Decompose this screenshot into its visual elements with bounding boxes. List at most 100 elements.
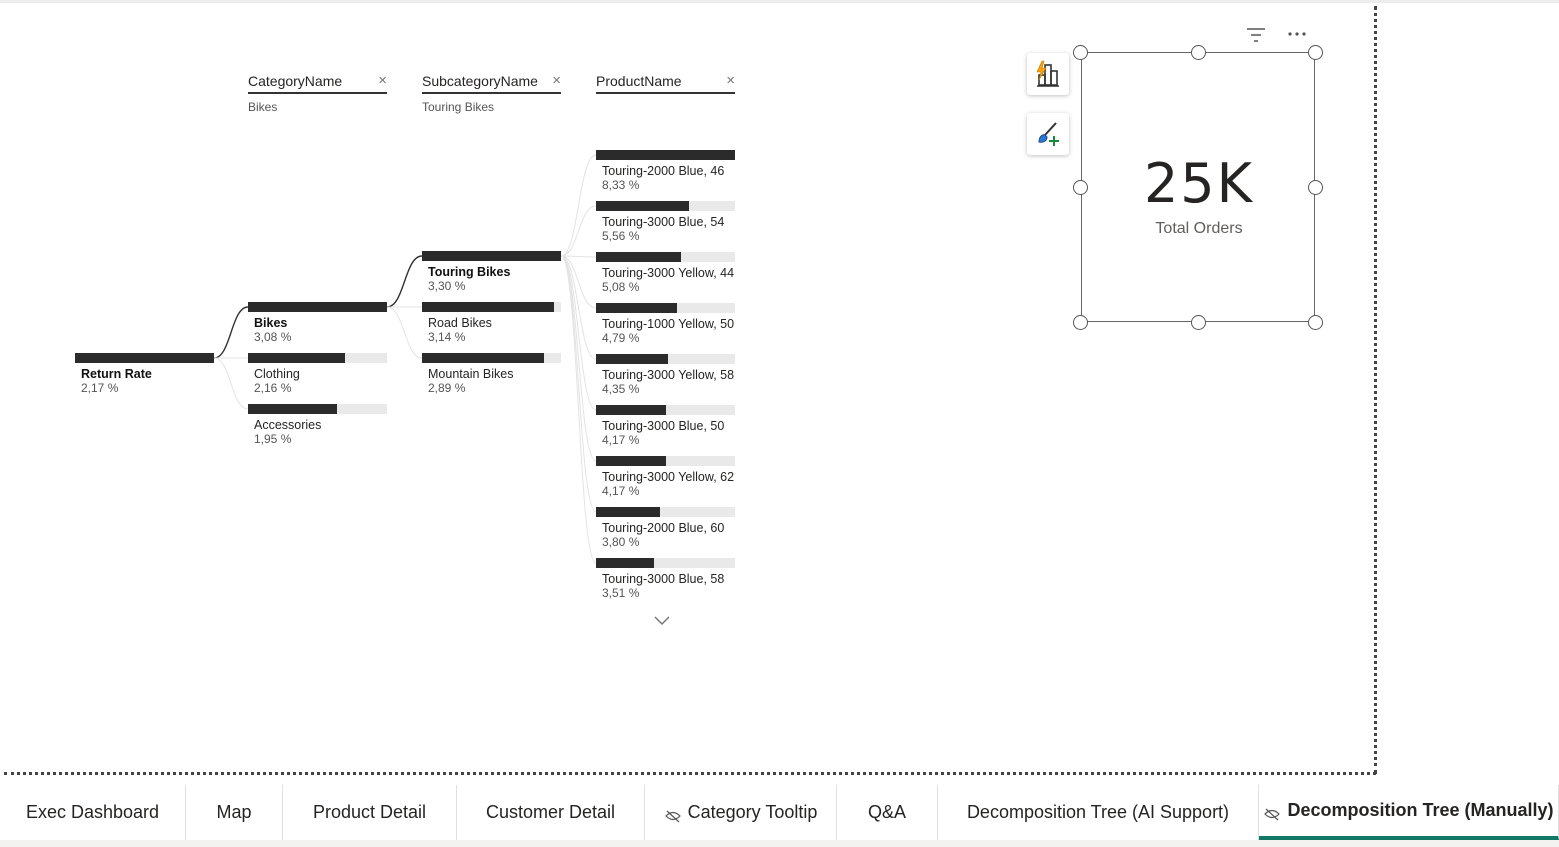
resize-handle[interactable] [1191, 45, 1206, 60]
node-label: Accessories [254, 418, 322, 432]
remove-level-icon[interactable]: × [552, 72, 561, 90]
node-label: Touring-3000 Blue, 54 [602, 215, 725, 229]
connector-line [560, 255, 597, 462]
node-value: 3,30 % [428, 279, 466, 293]
bar-track [422, 353, 561, 363]
page-tab[interactable]: Exec Dashboard [0, 785, 186, 840]
level-name: ProductName [596, 72, 735, 94]
connector-line [386, 306, 423, 359]
bar-track [75, 353, 214, 363]
tab-label: Q&A [867, 802, 906, 822]
resize-handle[interactable] [1308, 45, 1323, 60]
tab-label: Product Detail [312, 802, 427, 822]
bar-fill [248, 353, 345, 363]
node-value: 4,17 % [602, 484, 640, 498]
tree-node-subcategory[interactable]: Touring Bikes 3,30 % [422, 251, 561, 293]
bar-track [248, 404, 387, 414]
tree-node-product[interactable]: Touring-2000 Blue, 60 3,80 % [596, 507, 735, 549]
tree-node-product[interactable]: Touring-3000 Yellow, 58 4,35 % [596, 354, 735, 396]
node-value: 4,79 % [602, 331, 640, 345]
bar-track [248, 302, 387, 312]
bar-track [596, 558, 735, 568]
tab-label: Decomposition Tree (AI Support) [966, 802, 1230, 822]
build-visual-button[interactable] [1027, 53, 1069, 95]
bar-track [596, 252, 735, 262]
filter-icon[interactable] [1246, 27, 1266, 43]
page-tabs: Exec Dashboard Map Product Detail Customer … [0, 785, 1559, 847]
remove-level-icon[interactable]: × [726, 72, 735, 90]
bar-fill [596, 354, 668, 364]
connector-line [213, 306, 249, 359]
bar-fill [422, 353, 544, 363]
bar-track [422, 302, 561, 312]
bar-fill [596, 405, 666, 415]
node-value: 8,33 % [602, 178, 640, 192]
node-value: 4,35 % [602, 382, 640, 396]
node-label: Touring-3000 Yellow, 44 [602, 266, 735, 280]
tree-node-root[interactable]: Return Rate 2,17 % [75, 353, 214, 395]
tree-node-product[interactable]: Touring-3000 Blue, 58 3,51 % [596, 558, 735, 600]
tree-node-subcategory[interactable]: Mountain Bikes 2,89 % [422, 353, 561, 395]
page-tab[interactable]: Q&A [837, 785, 938, 840]
page-tab[interactable]: Decomposition Tree (AI Support) [938, 785, 1259, 840]
bar-fill [596, 201, 689, 211]
format-visual-button[interactable] [1027, 113, 1069, 155]
bar-fill [422, 302, 554, 312]
bar-fill [248, 302, 387, 312]
hidden-page-icon [664, 810, 681, 822]
bar-fill [75, 353, 214, 363]
page-tab[interactable]: Map [186, 785, 283, 840]
bar-track [596, 405, 735, 415]
node-label: Touring-3000 Blue, 58 [602, 572, 725, 586]
bar-fill [596, 558, 654, 568]
tree-node-product[interactable]: Touring-3000 Blue, 50 4,17 % [596, 405, 735, 447]
tree-node-category[interactable]: Bikes 3,08 % [248, 302, 387, 344]
page-tab[interactable]: Customer Detail [457, 785, 645, 840]
resize-handle[interactable] [1073, 315, 1088, 330]
tab-label: Customer Detail [485, 802, 616, 822]
tree-node-product[interactable]: Touring-1000 Yellow, 50 4,79 % [596, 303, 735, 345]
level-name: CategoryName [248, 72, 387, 94]
bar-track [596, 303, 735, 313]
page-tab[interactable]: Product Detail [283, 785, 457, 840]
tree-node-product[interactable]: Touring-3000 Blue, 54 5,56 % [596, 201, 735, 243]
connector-line [560, 255, 597, 360]
level-filter: Touring Bikes [422, 100, 495, 114]
tree-node-product[interactable]: Touring-2000 Blue, 46 8,33 % [596, 150, 735, 192]
node-label: Return Rate [81, 367, 152, 381]
resize-handle[interactable] [1308, 315, 1323, 330]
format-visual-icon [1038, 122, 1059, 146]
node-value: 2,89 % [428, 381, 466, 395]
level-filter: Bikes [248, 100, 278, 114]
connector-line [386, 255, 423, 308]
more-options-icon[interactable] [1287, 30, 1307, 38]
resize-handle[interactable] [1191, 315, 1206, 330]
node-value: 4,17 % [602, 433, 640, 447]
node-label: Touring-1000 Yellow, 50 [602, 317, 735, 331]
chevron-down-icon[interactable] [653, 614, 671, 628]
tree-node-subcategory[interactable]: Road Bikes 3,14 % [422, 302, 561, 344]
tree-node-product[interactable]: Touring-3000 Yellow, 44 5,08 % [596, 252, 735, 294]
tree-node-category[interactable]: Accessories 1,95 % [248, 404, 387, 446]
bar-track [596, 201, 735, 211]
node-value: 1,95 % [254, 432, 292, 446]
canvas-boundary-right [1374, 6, 1377, 774]
card-label: Total Orders [1155, 220, 1243, 237]
node-value: 3,51 % [602, 586, 640, 600]
level-header-subcategory: SubcategoryName × Touring Bikes [422, 72, 561, 114]
page-tab[interactable]: Category Tooltip [645, 785, 837, 840]
connector-line [560, 255, 597, 564]
build-visual-icon [1036, 60, 1059, 87]
bar-fill [248, 404, 337, 414]
tree-node-product[interactable]: Touring-3000 Yellow, 62 4,17 % [596, 456, 735, 498]
node-value: 3,14 % [428, 330, 466, 344]
tree-node-category[interactable]: Clothing 2,16 % [248, 353, 387, 395]
node-label: Touring-3000 Blue, 50 [602, 419, 725, 433]
canvas-boundary-bottom [4, 772, 1376, 775]
resize-handle[interactable] [1073, 45, 1088, 60]
remove-level-icon[interactable]: × [378, 72, 387, 90]
bar-track [596, 456, 735, 466]
page-tab[interactable]: Decomposition Tree (Manually) [1259, 785, 1559, 840]
node-label: Touring Bikes [428, 265, 511, 279]
tab-label: Category Tooltip [687, 802, 818, 822]
